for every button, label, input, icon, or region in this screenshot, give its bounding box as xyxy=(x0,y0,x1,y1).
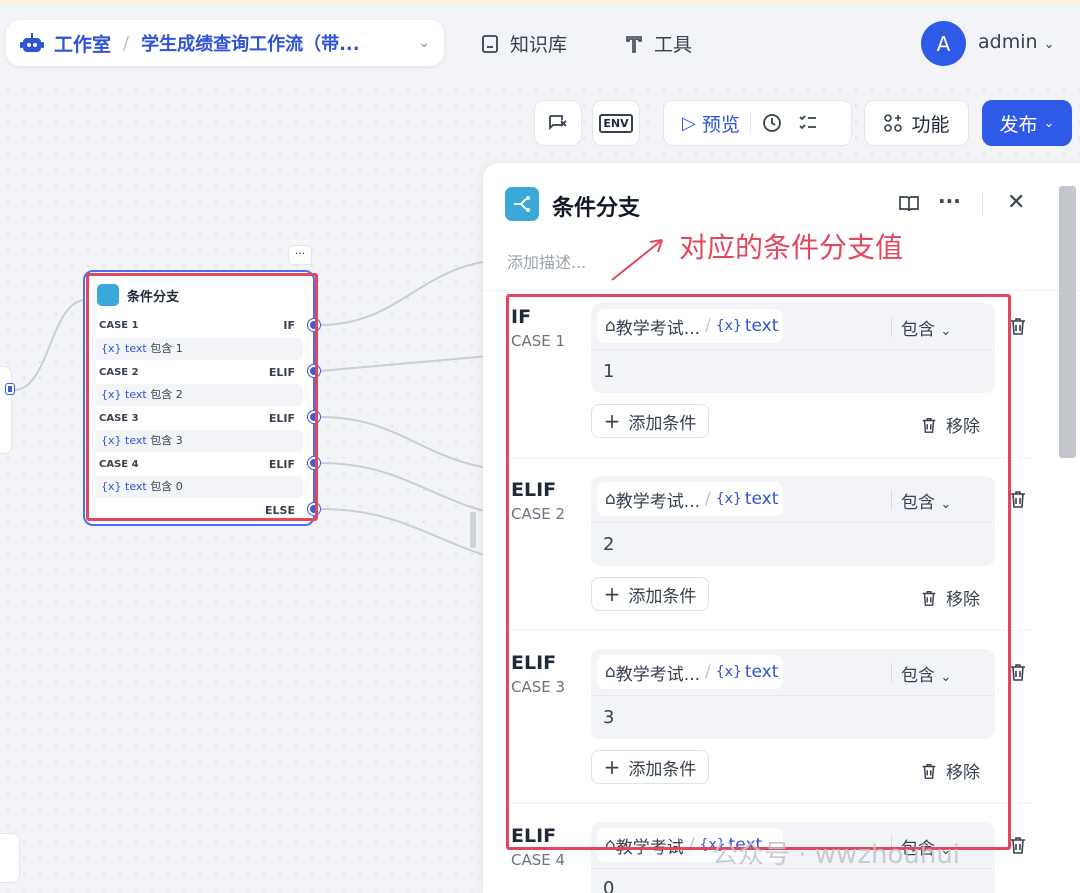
annotation-arrow xyxy=(611,239,663,281)
annotation-box-node xyxy=(86,273,318,521)
close-icon[interactable]: ✕ xyxy=(1007,190,1025,215)
previous-node[interactable] xyxy=(0,366,12,454)
condition-value-input[interactable]: 0 xyxy=(603,878,614,893)
checklist-icon[interactable] xyxy=(797,112,819,134)
publish-label: 发布 xyxy=(999,113,1038,136)
panel-divider xyxy=(483,290,1080,291)
env-icon: ENV xyxy=(599,113,633,133)
watermark: 公众号 · wwzhouhui xyxy=(712,840,961,870)
annotation-text: 对应的条件分支值 xyxy=(679,231,904,264)
play-icon: ▷ xyxy=(682,112,696,134)
env-button[interactable]: ENV xyxy=(592,100,640,146)
divider xyxy=(749,112,751,134)
features-button[interactable]: 功能 xyxy=(864,100,969,146)
trash-icon[interactable] xyxy=(1008,835,1028,855)
help-book-icon[interactable] xyxy=(898,193,920,215)
branch-icon xyxy=(505,187,539,221)
issues-button[interactable] xyxy=(534,100,582,146)
bottom-node[interactable] xyxy=(0,833,20,883)
description-input[interactable]: 添加描述... xyxy=(507,249,586,273)
features-label: 功能 xyxy=(911,113,950,136)
scrollbar[interactable] xyxy=(1059,186,1076,458)
more-icon[interactable]: ··· xyxy=(938,189,961,213)
publish-button[interactable]: 发布 ⌄ xyxy=(982,100,1072,146)
node-more-button[interactable]: ··· xyxy=(288,245,312,265)
panel-title[interactable]: 条件分支 xyxy=(552,190,640,222)
chevron-down-icon: ⌄ xyxy=(1043,115,1055,131)
header-divider xyxy=(982,193,983,215)
apps-icon xyxy=(884,114,903,132)
history-icon[interactable] xyxy=(761,112,783,134)
trash-icon[interactable] xyxy=(1008,662,1028,682)
previous-node-port[interactable] xyxy=(6,384,14,394)
trash-icon[interactable] xyxy=(1008,489,1028,509)
case-label: CASE 4 xyxy=(511,851,566,869)
annotation-box-panel xyxy=(506,294,1011,850)
preview-group: ▷ 预览 xyxy=(663,100,852,146)
trash-icon[interactable] xyxy=(1008,316,1028,336)
preview-button[interactable]: 预览 xyxy=(702,110,740,137)
message-check-icon xyxy=(549,115,567,131)
